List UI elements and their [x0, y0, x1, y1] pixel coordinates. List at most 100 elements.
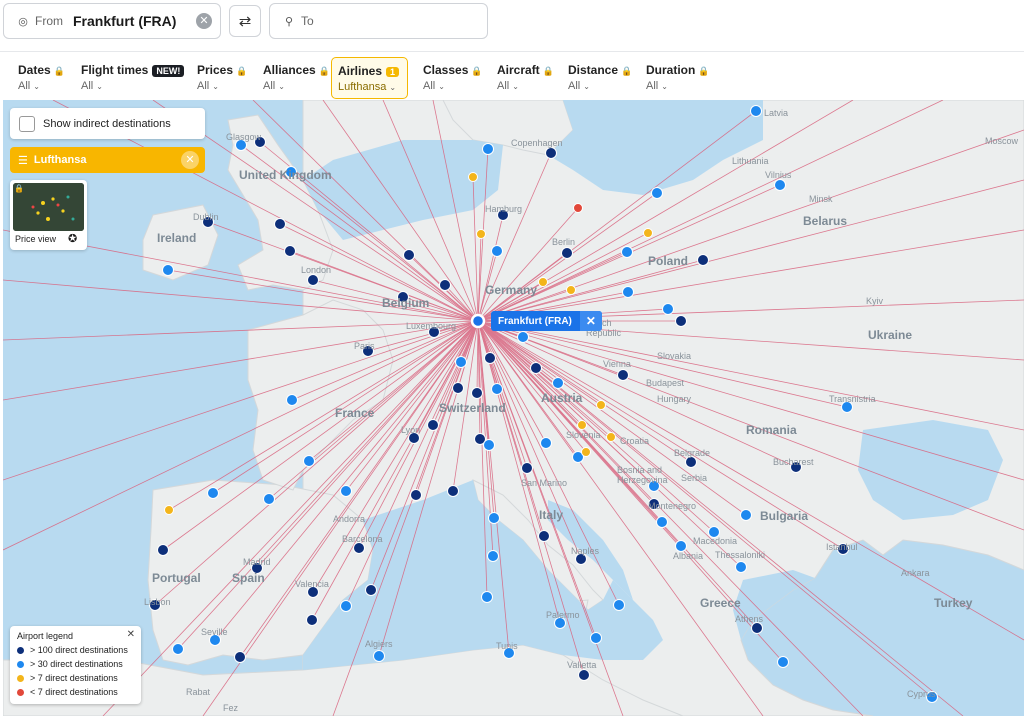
airport-marker[interactable]	[751, 622, 763, 634]
airport-marker[interactable]	[482, 143, 494, 155]
airport-marker[interactable]	[552, 377, 564, 389]
label-lithuania: Lithuania	[732, 156, 769, 166]
indirect-checkbox[interactable]	[19, 115, 35, 132]
airport-marker[interactable]	[491, 383, 503, 395]
airport-marker[interactable]	[581, 447, 591, 457]
map-canvas[interactable]	[3, 100, 1024, 716]
airport-marker[interactable]	[777, 656, 789, 668]
airport-marker[interactable]	[455, 356, 467, 368]
airport-marker[interactable]	[157, 544, 169, 556]
airport-marker[interactable]	[340, 600, 352, 612]
origin-airport-tag[interactable]: Frankfurt (FRA) ✕	[491, 311, 602, 331]
airport-marker[interactable]	[353, 542, 365, 554]
airport-marker[interactable]	[207, 487, 219, 499]
airport-marker[interactable]	[340, 485, 352, 497]
airport-marker[interactable]	[468, 172, 478, 182]
airport-marker[interactable]	[530, 362, 542, 374]
route-map[interactable]: United Kingdom Ireland Belgium Germany P…	[3, 100, 1024, 716]
airport-marker[interactable]	[621, 246, 633, 258]
airport-marker[interactable]	[284, 245, 296, 257]
to-placeholder[interactable]: To	[301, 14, 314, 28]
filter-classes[interactable]: Classes 🔒 All ⌄	[417, 57, 489, 99]
airport-marker[interactable]	[483, 439, 495, 451]
airport-marker[interactable]	[740, 509, 752, 521]
airport-marker[interactable]	[774, 179, 786, 191]
airport-marker[interactable]	[162, 264, 174, 276]
airport-marker[interactable]	[471, 387, 483, 399]
airport-marker[interactable]	[577, 420, 587, 430]
airport-marker[interactable]	[306, 614, 318, 626]
airport-marker[interactable]	[263, 493, 275, 505]
airport-marker[interactable]	[566, 285, 576, 295]
airport-marker[interactable]	[538, 530, 550, 542]
airport-marker[interactable]	[439, 279, 451, 291]
airport-marker[interactable]	[491, 245, 503, 257]
airport-marker[interactable]	[403, 249, 415, 261]
show-indirect-toggle[interactable]: Show indirect destinations	[10, 108, 205, 139]
airport-marker[interactable]	[573, 203, 583, 213]
airport-marker[interactable]	[303, 455, 315, 467]
airport-marker[interactable]	[476, 229, 486, 239]
airport-marker[interactable]	[164, 505, 174, 515]
filter-alliances[interactable]: Alliances 🔒 All ⌄	[257, 57, 336, 99]
airport-marker[interactable]	[675, 315, 687, 327]
airline-filter-chip[interactable]: ☰ Lufthansa ✕	[10, 147, 205, 173]
airport-marker[interactable]	[487, 550, 499, 562]
airport-marker[interactable]	[675, 540, 687, 552]
airport-marker[interactable]	[643, 228, 653, 238]
airport-marker[interactable]	[613, 599, 625, 611]
airport-marker[interactable]	[685, 456, 697, 468]
filter-flight-times[interactable]: Flight times NEW! All ⌄	[75, 57, 190, 99]
close-icon[interactable]: ✕	[127, 629, 135, 640]
airport-marker[interactable]	[596, 400, 606, 410]
airport-marker[interactable]	[651, 187, 663, 199]
airport-marker[interactable]	[697, 254, 709, 266]
airport-marker[interactable]	[521, 462, 533, 474]
airport-marker[interactable]	[590, 632, 602, 644]
price-view-button[interactable]: 🔒 Price view ✪	[10, 180, 87, 250]
airport-marker[interactable]	[517, 331, 529, 343]
airport-marker[interactable]	[662, 303, 674, 315]
airport-marker[interactable]	[234, 651, 246, 663]
airport-marker[interactable]	[452, 382, 464, 394]
airport-marker[interactable]	[617, 369, 629, 381]
filter-airlines[interactable]: Airlines 1 Lufthansa ⌄	[331, 57, 408, 99]
close-icon[interactable]: ✕	[579, 311, 602, 331]
filter-distance[interactable]: Distance 🔒 All ⌄	[562, 57, 638, 99]
airport-marker[interactable]	[286, 394, 298, 406]
to-field[interactable]: ⚲ To	[269, 3, 488, 39]
swap-button[interactable]: ⇄	[229, 5, 261, 37]
airport-marker[interactable]	[484, 352, 496, 364]
filter-aircraft[interactable]: Aircraft 🔒 All ⌄	[491, 57, 560, 99]
lock-icon: 🔒	[14, 184, 24, 193]
airport-marker[interactable]	[538, 277, 548, 287]
airport-marker[interactable]	[172, 643, 184, 655]
airport-marker[interactable]	[540, 437, 552, 449]
airport-marker[interactable]	[488, 512, 500, 524]
airport-marker[interactable]	[545, 147, 557, 159]
close-icon[interactable]: ✕	[181, 151, 199, 169]
airport-marker[interactable]	[561, 247, 573, 259]
clear-icon[interactable]: ✕	[196, 13, 212, 29]
airport-marker[interactable]	[427, 419, 439, 431]
airport-marker[interactable]	[750, 105, 762, 117]
airport-marker[interactable]	[365, 584, 377, 596]
from-value[interactable]: Frankfurt (FRA)	[73, 13, 176, 29]
airport-marker[interactable]	[447, 485, 459, 497]
airport-marker[interactable]	[735, 561, 747, 573]
airport-marker[interactable]	[410, 489, 422, 501]
airport-marker[interactable]	[656, 516, 668, 528]
filter-dates[interactable]: Dates 🔒 All ⌄	[12, 57, 71, 99]
airport-marker[interactable]	[274, 218, 286, 230]
airport-marker[interactable]	[606, 432, 616, 442]
filter-prices[interactable]: Prices 🔒 All ⌄	[191, 57, 253, 99]
airport-marker[interactable]	[578, 669, 590, 681]
airport-marker[interactable]	[307, 274, 319, 286]
filter-duration[interactable]: Duration 🔒 All ⌄	[640, 57, 716, 99]
airport-marker[interactable]	[622, 286, 634, 298]
label-turkey: Turkey	[934, 596, 973, 610]
airport-marker[interactable]	[481, 591, 493, 603]
airport-marker[interactable]	[373, 650, 385, 662]
origin-airport-marker[interactable]	[470, 313, 486, 329]
from-field[interactable]: ◎ From Frankfurt (FRA) ✕	[3, 3, 221, 39]
